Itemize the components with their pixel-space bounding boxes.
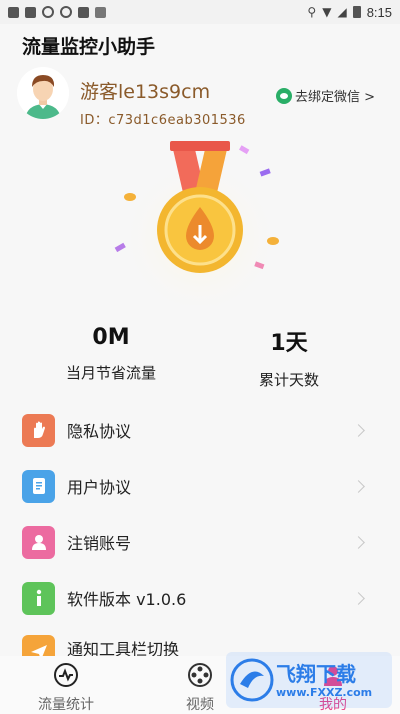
watermark: 飞翔下载 www.FXXZ.com bbox=[226, 652, 392, 708]
saved-traffic-label: 当月节省流量 bbox=[65, 364, 156, 382]
chevron-right-icon bbox=[352, 423, 365, 437]
signal-icon: ◢ bbox=[337, 5, 347, 19]
wifi-icon: ▼ bbox=[322, 5, 332, 19]
menu-item-user-agreement[interactable]: 用户协议 bbox=[0, 458, 400, 514]
film-reel-icon bbox=[188, 663, 212, 687]
wechat-icon bbox=[276, 87, 292, 104]
hand-icon bbox=[22, 413, 55, 447]
notification-icon bbox=[95, 6, 106, 18]
username: 游客le13s9cm bbox=[80, 81, 211, 103]
battery-icon bbox=[352, 6, 361, 18]
total-days-value: 1天 bbox=[270, 331, 308, 356]
chevron-right-icon bbox=[352, 591, 365, 605]
bind-wechat-link[interactable]: 去绑定微信 > bbox=[276, 86, 375, 105]
info-icon bbox=[22, 581, 55, 615]
tab-traffic-stats[interactable]: 流量统计 bbox=[21, 662, 111, 714]
notification-icon bbox=[25, 6, 36, 18]
notification-icon bbox=[60, 6, 72, 18]
total-days-stat: 1天 累计天数 bbox=[214, 325, 364, 390]
logo-icon bbox=[230, 658, 274, 702]
menu-label: 软件版本 v1.0.6 bbox=[67, 590, 187, 609]
medal-illustration bbox=[110, 135, 290, 308]
user-icon bbox=[22, 525, 55, 559]
watermark-title: 飞翔下载 bbox=[276, 662, 356, 686]
user-id: ID：c73d1c6eab301536 bbox=[80, 113, 246, 128]
avatar[interactable] bbox=[17, 67, 69, 119]
app-title: 流量监控小助手 bbox=[22, 36, 156, 58]
clock: 8:15 bbox=[366, 4, 392, 20]
saved-traffic-value: 0M bbox=[92, 325, 130, 350]
status-bar: ⚲ ▼ ◢ 8:15 bbox=[0, 0, 400, 24]
chevron-right-icon bbox=[352, 535, 365, 549]
chevron-right-icon bbox=[352, 479, 365, 493]
watermark-url: www.FXXZ.com bbox=[276, 686, 373, 699]
notification-icon bbox=[42, 6, 54, 18]
notification-icon bbox=[8, 6, 19, 18]
menu-label: 隐私协议 bbox=[67, 422, 132, 441]
document-icon bbox=[22, 469, 55, 503]
location-icon: ⚲ bbox=[307, 5, 317, 19]
total-days-label: 累计天数 bbox=[258, 371, 319, 389]
saved-traffic-stat: 0M 当月节省流量 bbox=[36, 325, 186, 383]
tab-label: 流量统计 bbox=[38, 697, 94, 713]
menu-item-privacy[interactable]: 隐私协议 bbox=[0, 402, 400, 458]
notification-icon bbox=[78, 6, 89, 18]
bind-wechat-label: 去绑定微信 > bbox=[295, 90, 376, 105]
gauge-icon bbox=[54, 663, 78, 687]
menu-item-delete-account[interactable]: 注销账号 bbox=[0, 514, 400, 570]
menu-item-notification-toggle[interactable]: 通知工具栏切换 bbox=[0, 616, 400, 668]
menu-label: 用户协议 bbox=[67, 478, 132, 497]
menu-label: 注销账号 bbox=[67, 534, 132, 553]
